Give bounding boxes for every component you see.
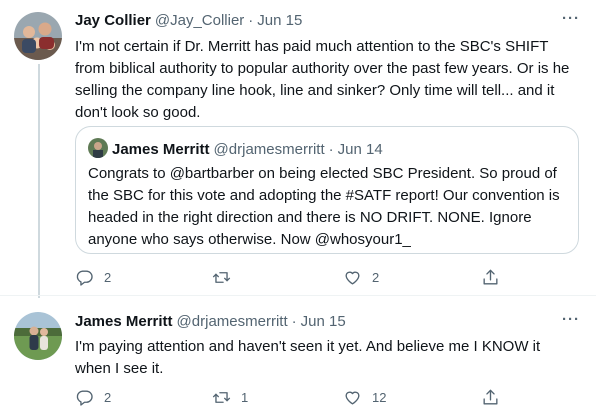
share-button[interactable] xyxy=(481,268,500,287)
thread-connector-line xyxy=(38,64,40,298)
share-icon xyxy=(483,389,498,405)
author-handle[interactable]: @Jay_Collier xyxy=(155,12,244,29)
quoted-author-name: James Merritt xyxy=(112,141,210,158)
author-handle[interactable]: @drjamesmerritt xyxy=(177,313,288,330)
tweet-date[interactable]: Jun 15 xyxy=(257,12,302,29)
like-button[interactable]: 12 xyxy=(343,388,386,407)
reply-count: 2 xyxy=(104,390,112,405)
reply-button[interactable]: 2 xyxy=(75,388,111,407)
tweet-text: I'm not certain if Dr. Merritt has paid … xyxy=(75,38,570,121)
retweet-count: 1 xyxy=(241,390,249,405)
avatar-jay-collier[interactable] xyxy=(14,12,62,60)
quoted-tweet-date: Jun 14 xyxy=(337,141,383,158)
quoted-tweet[interactable]: James Merritt @drjamesmerritt · Jun 14 C… xyxy=(75,126,579,254)
quoted-author-handle: @drjamesmerritt xyxy=(213,141,325,158)
reply-icon xyxy=(76,390,93,406)
tweet-header: James Merritt @drjamesmerritt · Jun 15 xyxy=(75,313,346,330)
author-name[interactable]: James Merritt xyxy=(75,313,173,330)
tweet-james-merritt[interactable]: James Merritt @drjamesmerritt · Jun 15 ·… xyxy=(0,296,596,417)
avatar-james-merritt-small xyxy=(88,138,108,158)
quoted-tweet-header: James Merritt @drjamesmerritt · Jun 14 xyxy=(112,141,383,158)
separator-dot: · xyxy=(248,12,254,29)
more-icon[interactable]: ··· xyxy=(562,311,580,328)
like-count: 12 xyxy=(372,390,387,405)
author-name[interactable]: Jay Collier xyxy=(75,12,151,29)
quoted-tweet-text: Congrats to @bartbarber on being elected… xyxy=(88,165,560,248)
separator-dot: · xyxy=(328,141,334,158)
separator-dot: · xyxy=(291,313,297,330)
reply-icon xyxy=(76,270,93,286)
reply-button[interactable]: 2 xyxy=(75,268,111,287)
retweet-button[interactable] xyxy=(212,268,241,287)
tweet-header: Jay Collier @Jay_Collier · Jun 15 xyxy=(75,12,302,29)
reply-count: 2 xyxy=(104,270,112,285)
tweet-text: I'm paying attention and haven't seen it… xyxy=(75,338,541,377)
like-button[interactable]: 2 xyxy=(343,268,379,287)
tweet-date[interactable]: Jun 15 xyxy=(301,313,346,330)
like-icon xyxy=(345,391,360,405)
share-icon xyxy=(483,269,498,285)
like-count: 2 xyxy=(372,270,380,285)
avatar-james-merritt[interactable] xyxy=(14,312,62,360)
retweet-button[interactable]: 1 xyxy=(212,388,248,407)
tweet-action-bar: 2 2 xyxy=(75,268,505,288)
retweet-icon xyxy=(212,392,231,403)
more-icon[interactable]: ··· xyxy=(562,10,580,27)
tweet-action-bar: 2 1 12 xyxy=(75,388,505,408)
like-icon xyxy=(345,271,360,285)
tweet-jay-collier[interactable]: Jay Collier @Jay_Collier · Jun 15 ··· I'… xyxy=(0,0,596,298)
retweet-icon xyxy=(212,272,231,283)
share-button[interactable] xyxy=(481,388,500,407)
